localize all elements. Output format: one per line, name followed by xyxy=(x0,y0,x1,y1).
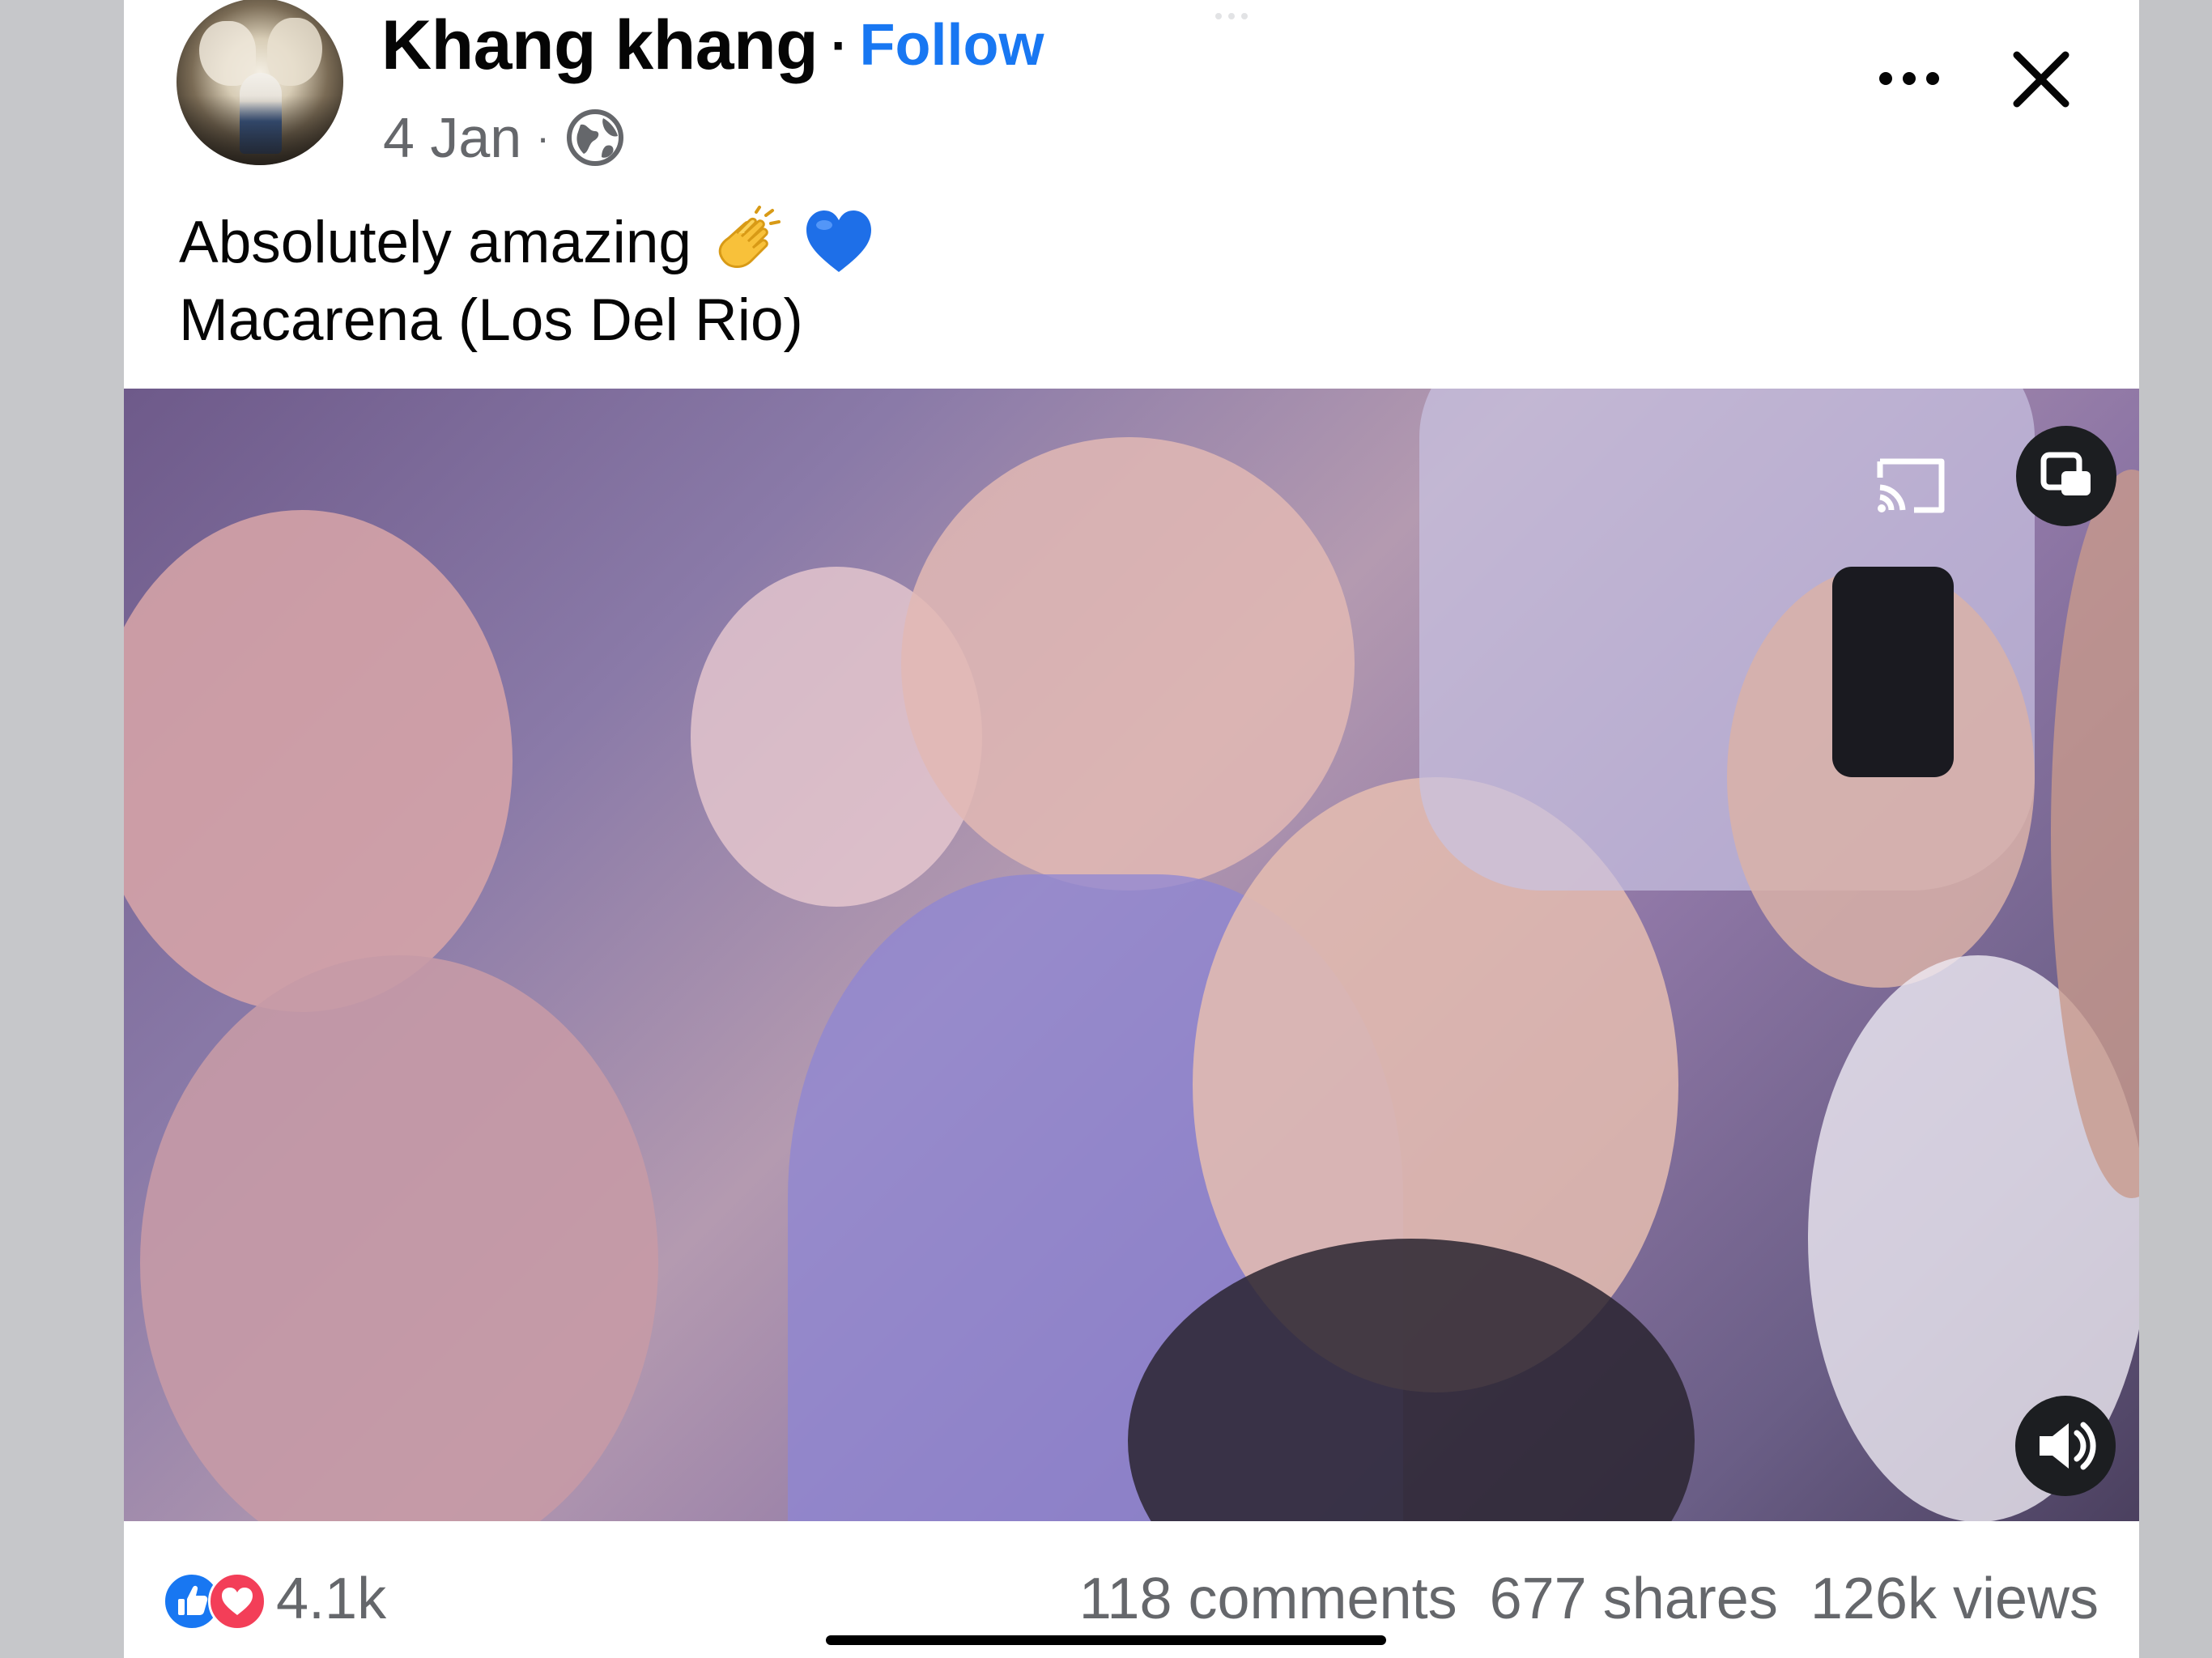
home-indicator[interactable] xyxy=(826,1635,1386,1645)
reaction-icons xyxy=(163,1569,273,1630)
reaction-count: 4.1k xyxy=(276,1567,387,1631)
post-date[interactable]: 4 Jan xyxy=(383,105,521,170)
volume-icon[interactable] xyxy=(2015,1396,2116,1496)
picture-in-picture-icon[interactable] xyxy=(2016,426,2116,526)
clapping-hands-emoji xyxy=(709,206,784,280)
views-count: 126k views xyxy=(1810,1567,2099,1631)
caption-line-1: Absolutely amazing xyxy=(179,210,692,275)
drag-handle[interactable] xyxy=(1215,13,1248,19)
post-card: Khang khang · Follow 4 Jan · Absolutely … xyxy=(124,0,2139,1658)
globe-icon xyxy=(564,107,626,168)
post-caption: Absolutely amazing Macarena (Los Del Rio… xyxy=(179,204,876,359)
video-frame-figure xyxy=(901,437,1355,891)
video-frame-figure xyxy=(1832,567,1954,777)
video-frame-figure xyxy=(124,510,513,1012)
caption-line-2: Macarena (Los Del Rio) xyxy=(179,287,803,353)
separator-dot: · xyxy=(536,115,550,160)
backdrop-left xyxy=(0,0,124,1658)
shares-count[interactable]: 677 shares xyxy=(1490,1566,1778,1632)
separator-dot: · xyxy=(831,16,849,74)
reaction-summary[interactable]: 4.1k xyxy=(163,1562,386,1635)
author-name[interactable]: Khang khang xyxy=(381,6,819,86)
follow-button[interactable]: Follow xyxy=(860,12,1044,79)
video-frame-figure xyxy=(140,955,658,1521)
backdrop-right xyxy=(2139,0,2212,1658)
blue-heart-emoji xyxy=(802,206,876,280)
close-icon[interactable] xyxy=(2001,39,2082,120)
post-meta: 4 Jan · xyxy=(383,100,626,175)
post-stats: 118 comments 677 shares 126k views xyxy=(1079,1562,2099,1635)
video-player[interactable] xyxy=(124,389,2139,1521)
author-line: Khang khang · Follow xyxy=(381,5,1044,86)
avatar[interactable] xyxy=(177,0,343,165)
cast-icon[interactable] xyxy=(1862,437,1959,534)
love-icon xyxy=(208,1572,266,1630)
comments-count[interactable]: 118 comments xyxy=(1079,1566,1457,1632)
more-options-icon[interactable] xyxy=(1865,50,1954,107)
